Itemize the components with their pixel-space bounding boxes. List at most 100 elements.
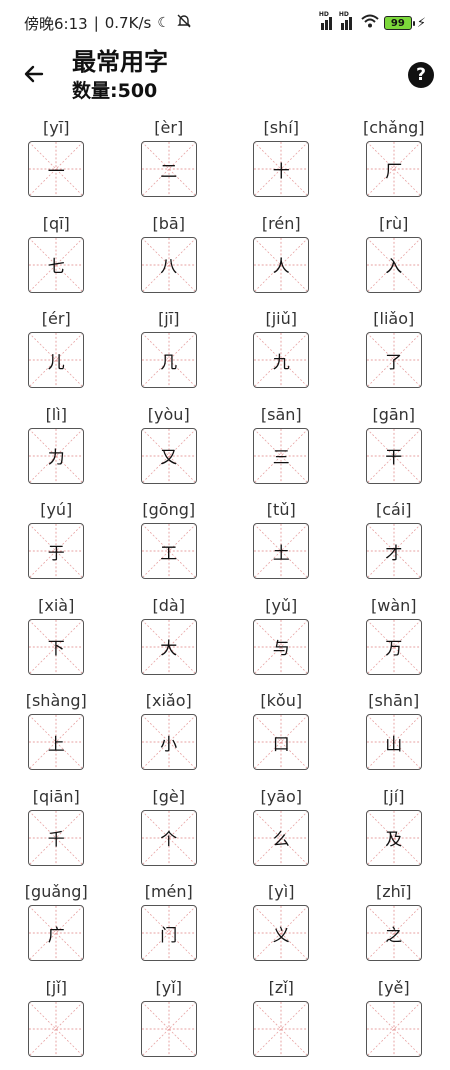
character-card[interactable]: [yě] (338, 975, 450, 1070)
tian-grid-box[interactable]: 千 (28, 810, 84, 866)
character-card[interactable]: [shān]山 (338, 688, 450, 784)
tian-grid-box[interactable]: 儿 (28, 332, 84, 388)
pinyin-label: [liǎo] (373, 306, 414, 332)
character-card[interactable]: [jí]及 (338, 784, 450, 880)
character-card[interactable]: [yì]义 (225, 879, 338, 975)
tian-grid-box[interactable]: 大 (141, 619, 197, 675)
tian-grid-box[interactable]: 才 (366, 523, 422, 579)
tian-grid-box[interactable]: 力 (28, 428, 84, 484)
tian-grid-box[interactable]: 几 (141, 332, 197, 388)
tian-grid-box[interactable] (28, 1001, 84, 1057)
character-card[interactable]: [gōng]工 (113, 497, 226, 593)
pinyin-label: [èr] (154, 115, 183, 141)
tian-grid-box[interactable]: 入 (366, 237, 422, 293)
hanzi-character: 及 (385, 825, 402, 850)
tian-grid-box[interactable] (366, 1001, 422, 1057)
tian-grid-box[interactable]: 上 (28, 714, 84, 770)
character-card[interactable]: [yāo]么 (225, 784, 338, 880)
tian-grid-box[interactable]: 十 (253, 141, 309, 197)
character-card[interactable]: [guǎng]广 (0, 879, 113, 975)
character-card[interactable]: [ér]儿 (0, 306, 113, 402)
pinyin-label: [zǐ] (269, 975, 294, 1001)
pinyin-label: [rù] (379, 211, 408, 237)
character-card[interactable]: [xiǎo]小 (113, 688, 226, 784)
pinyin-label: [ér] (42, 306, 71, 332)
character-card[interactable]: [xià]下 (0, 593, 113, 689)
character-card[interactable]: [dà]大 (113, 593, 226, 689)
character-card[interactable]: [rén]人 (225, 211, 338, 307)
tian-grid-box[interactable]: 九 (253, 332, 309, 388)
tian-grid-box[interactable]: 干 (366, 428, 422, 484)
tian-grid-box[interactable]: 义 (253, 905, 309, 961)
tian-grid-box[interactable]: 门 (141, 905, 197, 961)
tian-grid-box[interactable]: 口 (253, 714, 309, 770)
tian-grid-box[interactable]: 又 (141, 428, 197, 484)
tian-grid-box[interactable]: 么 (253, 810, 309, 866)
tian-grid-box[interactable]: 八 (141, 237, 197, 293)
character-card[interactable]: [gè]个 (113, 784, 226, 880)
tian-grid-box[interactable] (141, 1001, 197, 1057)
character-card[interactable]: [mén]门 (113, 879, 226, 975)
character-card[interactable]: [èr]二 (113, 115, 226, 211)
character-card[interactable]: [shàng]上 (0, 688, 113, 784)
character-card[interactable]: [jī]几 (113, 306, 226, 402)
tian-grid-box[interactable]: 土 (253, 523, 309, 579)
character-card[interactable]: [yǐ] (113, 975, 226, 1070)
tian-grid-box[interactable]: 及 (366, 810, 422, 866)
tian-grid-box[interactable] (253, 1001, 309, 1057)
grid-guide-lines (367, 1002, 421, 1056)
character-card[interactable]: [qī]七 (0, 211, 113, 307)
tian-grid-box[interactable]: 万 (366, 619, 422, 675)
tian-grid-box[interactable]: 七 (28, 237, 84, 293)
pinyin-label: [lì] (46, 402, 67, 428)
hanzi-character: 上 (48, 730, 65, 755)
tian-grid-box[interactable]: 人 (253, 237, 309, 293)
hanzi-character: 万 (385, 634, 402, 659)
tian-grid-box[interactable]: 下 (28, 619, 84, 675)
character-card[interactable]: [yú]于 (0, 497, 113, 593)
character-card[interactable]: [yòu]又 (113, 402, 226, 498)
character-card[interactable]: [zǐ] (225, 975, 338, 1070)
character-card[interactable]: [liǎo]了 (338, 306, 450, 402)
tian-grid-box[interactable]: 小 (141, 714, 197, 770)
character-card[interactable]: [sān]三 (225, 402, 338, 498)
character-card[interactable]: [jǐ] (0, 975, 113, 1070)
tian-grid-box[interactable]: 二 (141, 141, 197, 197)
tian-grid-box[interactable]: 于 (28, 523, 84, 579)
character-card[interactable]: [yǔ]与 (225, 593, 338, 689)
character-grid: [yī]一[èr]二[shí]十[chǎng]厂[qī]七[bā]八[rén]人… (0, 115, 450, 1070)
tian-grid-box[interactable]: 一 (28, 141, 84, 197)
character-card[interactable]: [zhī]之 (338, 879, 450, 975)
character-card[interactable]: [yī]一 (0, 115, 113, 211)
tian-grid-box[interactable]: 厂 (366, 141, 422, 197)
hanzi-character: 么 (273, 825, 290, 850)
character-card[interactable]: [kǒu]口 (225, 688, 338, 784)
moon-icon: ☾ (157, 15, 170, 31)
character-card[interactable]: [chǎng]厂 (338, 115, 450, 211)
character-card[interactable]: [bā]八 (113, 211, 226, 307)
tian-grid-box[interactable]: 三 (253, 428, 309, 484)
tian-grid-box[interactable]: 广 (28, 905, 84, 961)
character-card[interactable]: [rù]入 (338, 211, 450, 307)
battery-icon: 99 (384, 16, 412, 30)
hanzi-character: 个 (160, 825, 177, 850)
character-card[interactable]: [wàn]万 (338, 593, 450, 689)
character-card[interactable]: [shí]十 (225, 115, 338, 211)
pinyin-label: [kǒu] (260, 688, 302, 714)
tian-grid-box[interactable]: 了 (366, 332, 422, 388)
character-card[interactable]: [jiǔ]九 (225, 306, 338, 402)
tian-grid-box[interactable]: 山 (366, 714, 422, 770)
character-card[interactable]: [qiān]千 (0, 784, 113, 880)
hanzi-character: 工 (160, 539, 177, 564)
character-card[interactable]: [gān]干 (338, 402, 450, 498)
wifi-icon (361, 14, 379, 32)
help-button[interactable]: ? (408, 62, 434, 88)
character-card[interactable]: [lì]力 (0, 402, 113, 498)
character-card[interactable]: [cái]才 (338, 497, 450, 593)
tian-grid-box[interactable]: 个 (141, 810, 197, 866)
tian-grid-box[interactable]: 与 (253, 619, 309, 675)
character-card[interactable]: [tǔ]土 (225, 497, 338, 593)
back-button[interactable] (18, 58, 50, 90)
tian-grid-box[interactable]: 之 (366, 905, 422, 961)
tian-grid-box[interactable]: 工 (141, 523, 197, 579)
